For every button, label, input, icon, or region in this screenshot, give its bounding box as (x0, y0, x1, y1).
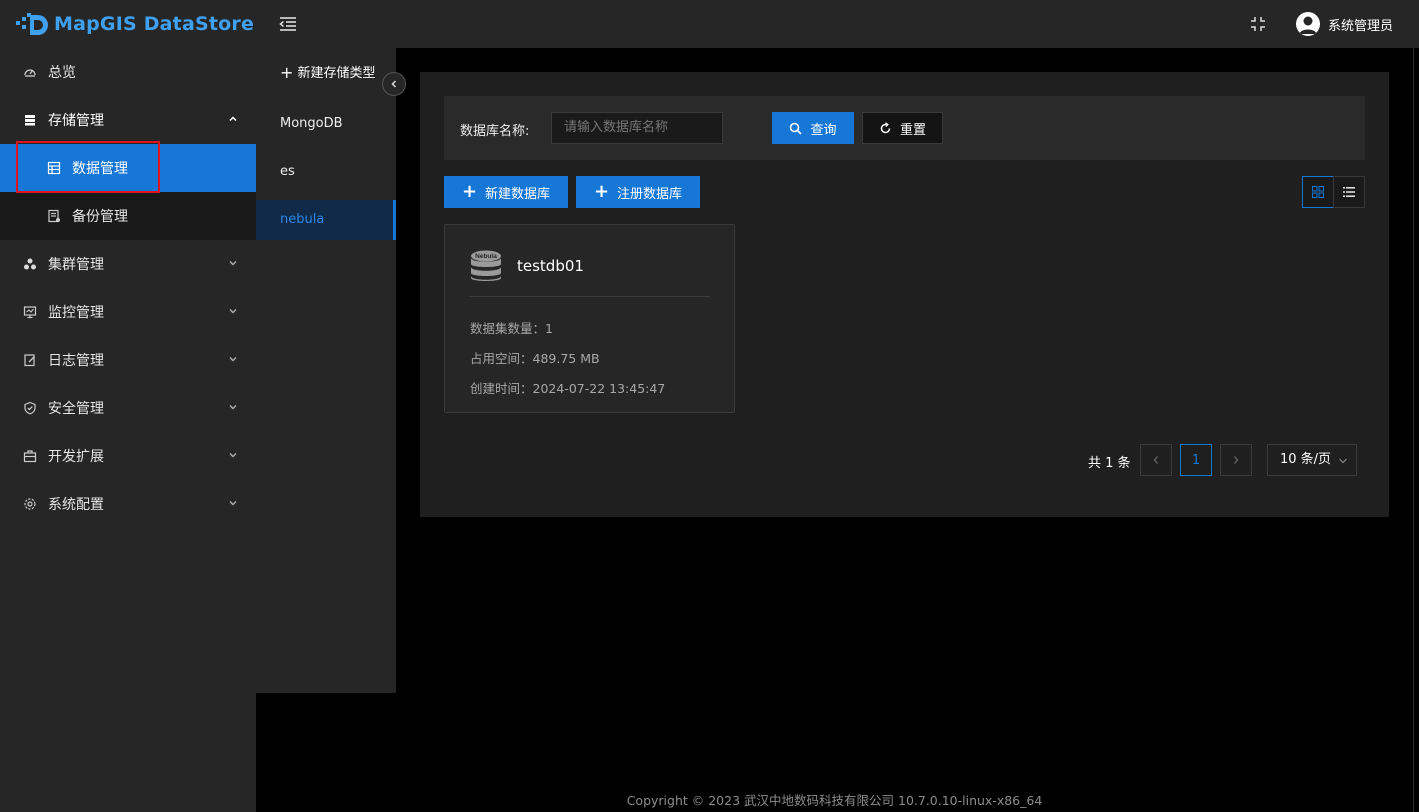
pagination-total: 共 1 条 (1088, 456, 1131, 471)
sidebar-item-label: 监控管理 (48, 305, 104, 321)
storage-icon (22, 112, 38, 128)
chevron-left-icon (1153, 456, 1158, 464)
sidebar-item-label: 存储管理 (48, 113, 104, 129)
chevron-down-icon (229, 308, 237, 314)
log-icon (22, 352, 38, 368)
plus-icon: + (280, 63, 294, 82)
sidebar-item-label: 集群管理 (48, 257, 104, 273)
storage-type-panel: + 新建存储类型 MongoDB es nebula (256, 48, 396, 693)
sidebar-item-label: 系统配置 (48, 497, 104, 513)
next-page-button[interactable] (1220, 444, 1252, 476)
chevron-down-icon (229, 404, 237, 410)
created-time: 创建时间：2024-07-22 13:45:47 (470, 381, 666, 396)
reset-label: 重置 (899, 122, 926, 138)
sidebar-item-storage[interactable]: 存储管理 (0, 96, 256, 144)
sidebar-item-monitor[interactable]: 监控管理 (0, 288, 256, 336)
storage-submenu: 数据管理 备份管理 (0, 144, 256, 240)
register-database-label: 注册数据库 (617, 186, 683, 202)
new-storage-type-button[interactable]: + 新建存储类型 (280, 62, 376, 82)
nebula-icon-label: Nebula (475, 253, 497, 260)
sidebar-item-log[interactable]: 日志管理 (0, 336, 256, 384)
top-bar: 系统管理员 (256, 0, 1419, 48)
sidebar-item-data-management[interactable]: 数据管理 (0, 144, 256, 192)
mapgis-logo-icon (16, 13, 48, 35)
new-storage-type-label: 新建存储类型 (297, 66, 376, 81)
query-button[interactable]: 查询 (772, 112, 854, 144)
filter-label: 数据库名称: (460, 124, 530, 139)
chevron-down-icon (229, 356, 237, 362)
dashboard-icon (22, 64, 38, 80)
chevron-down-icon (229, 452, 237, 458)
sidebar-item-system-config[interactable]: 系统配置 (0, 480, 256, 528)
user-menu[interactable]: 系统管理员 (1295, 12, 1393, 36)
sidebar-item-cluster[interactable]: 集群管理 (0, 240, 256, 288)
monitor-icon (22, 304, 38, 320)
search-filter-bar: 数据库名称: 请输入数据库名称 查询 重置 (444, 96, 1365, 160)
dataset-count: 数据集数量：1 (470, 321, 553, 336)
avatar (1295, 12, 1320, 36)
database-card[interactable]: Nebula testdb01 数据集数量：1 占用空间：489.75 MB 创… (444, 224, 735, 413)
register-database-button[interactable]: + 注册数据库 (576, 176, 700, 208)
chevron-down-icon (229, 260, 237, 266)
plus-icon: + (593, 181, 610, 202)
main-content: 数据库名称: 请输入数据库名称 查询 重置 + 新建数据库 + 注册数据库 Ne… (420, 72, 1389, 517)
database-name: testdb01 (517, 257, 584, 275)
app-logo[interactable]: MapGIS DataStore (16, 10, 254, 38)
sidebar-item-label: 日志管理 (48, 353, 104, 369)
chevron-down-icon (1339, 458, 1347, 464)
sidebar-item-backup-management[interactable]: 备份管理 (0, 192, 256, 240)
sidebar-item-label: 开发扩展 (48, 449, 104, 465)
sidebar-item-label: 备份管理 (72, 209, 128, 225)
sidebar-item-extension[interactable]: 开发扩展 (0, 432, 256, 480)
plus-icon: + (461, 181, 478, 202)
chevron-right-icon (1234, 456, 1239, 464)
storage-type-item[interactable]: es (256, 152, 396, 192)
shield-icon (22, 400, 38, 416)
data-icon (46, 160, 62, 176)
extension-icon (22, 448, 38, 464)
page-size-value: 10 条/页 (1280, 452, 1332, 467)
new-database-button[interactable]: + 新建数据库 (444, 176, 568, 208)
grid-view-button[interactable] (1302, 176, 1334, 208)
sidebar-item-label: 总览 (48, 65, 76, 81)
page-scrollbar[interactable] (1413, 48, 1419, 812)
sidebar-item-overview[interactable]: 总览 (0, 48, 256, 96)
backup-icon (46, 208, 62, 224)
search-icon (790, 122, 803, 135)
refresh-icon (880, 121, 891, 133)
storage-type-item[interactable]: nebula (256, 200, 396, 240)
sidebar-item-security[interactable]: 安全管理 (0, 384, 256, 432)
storage-type-item[interactable]: MongoDB (256, 104, 396, 144)
list-view-button[interactable] (1333, 176, 1365, 208)
used-space: 占用空间：489.75 MB (470, 351, 600, 366)
fullscreen-icon[interactable] (1249, 15, 1267, 33)
gear-icon (22, 496, 38, 512)
menu-fold-icon[interactable] (278, 14, 298, 34)
query-label: 查询 (810, 122, 837, 138)
user-icon (1299, 16, 1317, 34)
sidebar-menu: 总览 存储管理 数据管理 备份管理 集群管理 监控管理 日志管理 安全管理 开发… (0, 48, 256, 528)
chevron-down-icon (229, 500, 237, 506)
database-name-input[interactable]: 请输入数据库名称 (551, 112, 723, 144)
app-title: MapGIS DataStore (54, 13, 255, 35)
cluster-icon (22, 256, 38, 272)
sidebar-item-label: 数据管理 (72, 161, 128, 177)
chevron-left-icon (391, 80, 397, 88)
reset-button[interactable]: 重置 (862, 112, 943, 144)
prev-page-button[interactable] (1140, 444, 1172, 476)
user-name: 系统管理员 (1327, 18, 1393, 34)
page-number-button[interactable]: 1 (1180, 444, 1212, 476)
grid-icon (1312, 186, 1324, 198)
nebula-database-icon: Nebula (471, 250, 501, 281)
sidebar-item-label: 安全管理 (48, 401, 104, 417)
new-database-label: 新建数据库 (485, 186, 551, 202)
sidebar: MapGIS DataStore 总览 存储管理 数据管理 备份管理 集群管理 … (0, 0, 256, 812)
list-icon (1343, 187, 1355, 197)
chevron-up-icon (229, 116, 237, 122)
footer-copyright: Copyright © 2023 武汉中地数码科技有限公司 10.7.0.10-… (626, 793, 1043, 808)
page-size-select[interactable]: 10 条/页 (1267, 444, 1357, 476)
card-divider (469, 296, 710, 297)
collapse-panel-button[interactable] (382, 72, 406, 96)
